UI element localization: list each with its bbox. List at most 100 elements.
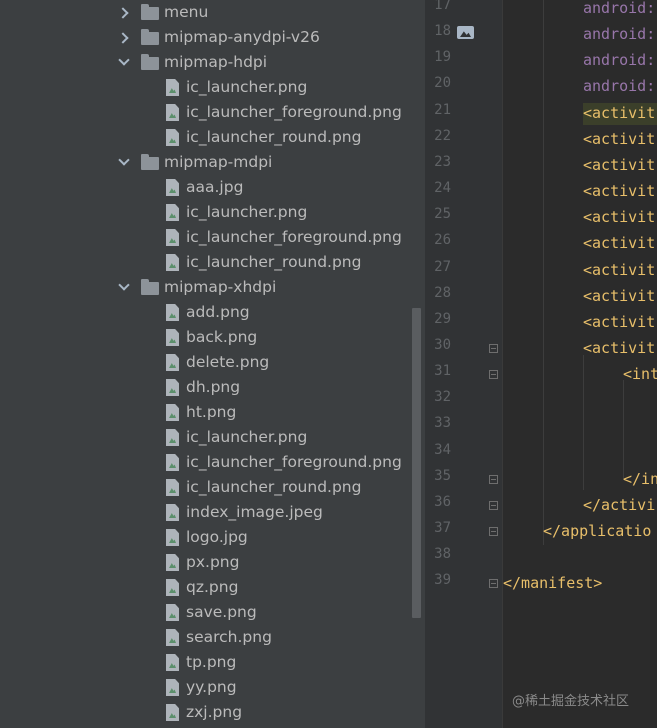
code-token: <activit [583,286,656,305]
tree-item-label: index_image.jpeg [186,503,323,521]
tree-item-label: back.png [186,328,258,346]
tree-file-row[interactable]: delete.png [0,351,425,376]
tree-folder-row[interactable]: mipmap-mdpi [0,151,425,176]
code-token: android: [583,51,656,70]
chevron-down-icon[interactable] [118,54,130,66]
tree-file-row[interactable]: qz.png [0,576,425,601]
fold-marker-icon[interactable] [489,474,498,484]
folder-icon [141,54,159,70]
line-number: 25 [434,206,451,223]
line-number: 31 [434,363,451,380]
fold-marker-icon[interactable] [489,579,498,589]
tree-file-row[interactable]: ic_launcher_round.png [0,476,425,501]
line-number: 18 [434,23,451,40]
image-file-icon [166,579,179,596]
fold-marker-icon[interactable] [489,370,498,380]
line-number: 24 [434,180,451,197]
tree-file-row[interactable]: search.png [0,626,425,651]
tree-item-label: ic_launcher_round.png [186,128,362,146]
tree-file-row[interactable]: px.png [0,551,425,576]
tree-file-row[interactable]: ic_launcher_round.png [0,251,425,276]
code-token: <activit [583,208,656,227]
tree-item-label: dh.png [186,378,241,396]
image-file-icon [166,229,179,246]
tree-file-row[interactable]: save.png [0,601,425,626]
tree-item-label: yy.png [186,678,237,696]
image-file-icon [166,404,179,421]
line-number: 19 [434,49,451,66]
code-token: </in [623,469,657,488]
image-file-icon [166,179,179,196]
image-file-icon [166,454,179,471]
tree-file-row[interactable]: index_image.jpeg [0,501,425,526]
tree-file-row[interactable]: ic_launcher.png [0,201,425,226]
fold-marker-icon[interactable] [489,527,498,536]
code-token: <activit [583,129,656,148]
line-number: 20 [434,75,451,92]
image-file-icon [166,329,179,346]
line-number: 39 [434,572,451,589]
line-number: 23 [434,153,451,170]
line-number: 27 [434,258,451,275]
line-number: 33 [434,415,451,432]
code-token: android: [583,77,656,96]
tree-file-row[interactable]: aaa.jpg [0,176,425,201]
code-token: </applicatio [543,522,652,540]
code-token: <int [623,365,657,384]
tree-file-row[interactable]: add.png [0,301,425,326]
tree-file-row[interactable]: back.png [0,326,425,351]
tree-item-label: add.png [186,303,250,321]
tree-file-row[interactable]: ic_launcher_foreground.png [0,101,425,126]
tree-folder-row[interactable]: mipmap-anydpi-v26 [0,26,425,51]
image-file-icon [166,354,179,371]
code-token: <activit [583,182,656,201]
image-file-icon [166,429,179,446]
folder-icon [141,279,159,295]
image-icon[interactable] [457,26,474,39]
tree-item-label: ic_launcher.png [186,203,308,221]
image-file-icon [166,679,179,696]
code-token: android: [583,0,656,17]
tree-folder-row[interactable]: mipmap-xhdpi [0,276,425,301]
image-file-icon [166,79,179,96]
chevron-down-icon[interactable] [118,154,130,166]
tree-folder-row[interactable]: menu [0,1,425,26]
image-file-icon [166,629,179,646]
tree-file-row[interactable]: ic_launcher_foreground.png [0,226,425,251]
image-file-icon [166,129,179,146]
tree-file-row[interactable]: dh.png [0,376,425,401]
fold-marker-icon[interactable] [489,500,498,510]
tree-file-row[interactable]: ic_launcher.png [0,426,425,451]
indent-guide [543,0,544,545]
image-file-icon [166,204,179,221]
tree-file-row[interactable]: ic_launcher.png [0,76,425,101]
project-tree[interactable]: menu mipmap-anydpi-v26 mipmap-hdpi ic_launc… [0,0,425,728]
tree-scrollbar[interactable] [412,308,421,618]
tree-file-row[interactable]: tp.png [0,651,425,676]
tree-item-label: mipmap-mdpi [164,153,273,171]
chevron-right-icon[interactable] [117,7,129,19]
chevron-down-icon[interactable] [118,279,130,291]
image-file-icon [166,554,179,571]
line-number: 37 [434,520,451,536]
fold-marker-icon[interactable] [489,343,498,353]
line-number: 30 [434,336,451,353]
image-file-icon [166,604,179,621]
image-file-icon [166,504,179,521]
tree-item-label: tp.png [186,653,237,671]
tree-file-row[interactable]: ic_launcher_foreground.png [0,451,425,476]
line-number: 26 [434,232,451,249]
tree-file-row[interactable]: ic_launcher_round.png [0,126,425,151]
tree-item-label: zxj.png [186,703,243,721]
tree-file-row[interactable]: logo.jpg [0,526,425,551]
tree-file-row[interactable]: ht.png [0,401,425,426]
code-token: <activit [583,155,656,174]
folder-icon [141,29,159,45]
tree-folder-row[interactable]: mipmap-hdpi [0,51,425,76]
tree-file-row[interactable]: zxj.png [0,701,425,726]
code-token: <activit [583,338,656,357]
tree-file-row[interactable]: yy.png [0,676,425,701]
chevron-right-icon[interactable] [117,32,129,44]
line-number: 22 [434,127,451,144]
tree-item-label: ic_launcher_foreground.png [186,103,402,121]
